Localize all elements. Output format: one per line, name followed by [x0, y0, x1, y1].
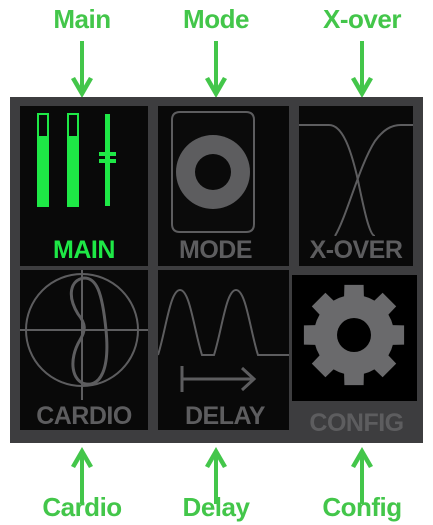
callout-xover: X-over [323, 4, 401, 34]
callout-cardio: Cardio [42, 492, 122, 522]
arrow-down-icon [351, 41, 373, 98]
tile-label-mode: MODE [179, 236, 253, 264]
gear-icon [303, 284, 405, 386]
tile-main[interactable]: MAIN [20, 106, 148, 266]
tile-label-cardio: CARDIO [36, 402, 132, 430]
callout-mode: Mode [183, 4, 249, 34]
tile-label-delay: DELAY [185, 402, 265, 430]
tile-delay[interactable]: DELAY [158, 270, 289, 430]
arrow-down-icon [71, 41, 93, 98]
callout-config: Config [322, 492, 402, 522]
gear-hole [337, 318, 371, 352]
tile-label-main: MAIN [53, 236, 115, 264]
arrow-down-icon [205, 41, 227, 98]
delay-waveform-icon [158, 288, 289, 392]
tile-label-xover: X-OVER [309, 236, 403, 264]
level-meters-icon [37, 113, 116, 207]
tile-config[interactable] [292, 275, 417, 401]
menu-panel: MAIN MODE X-OVER CARDIO DELAY CONFIG [10, 97, 423, 443]
tile-xover[interactable]: X-OVER [299, 106, 413, 266]
cardioid-pattern-icon [20, 270, 148, 400]
callout-delay: Delay [182, 492, 250, 522]
tile-mode[interactable]: MODE [158, 106, 289, 266]
tile-label-config: CONFIG [309, 409, 404, 437]
tile-cardio[interactable]: CARDIO [20, 270, 148, 430]
crossover-curve-icon [299, 124, 413, 236]
speaker-icon [171, 111, 255, 233]
callout-main: Main [53, 4, 111, 34]
